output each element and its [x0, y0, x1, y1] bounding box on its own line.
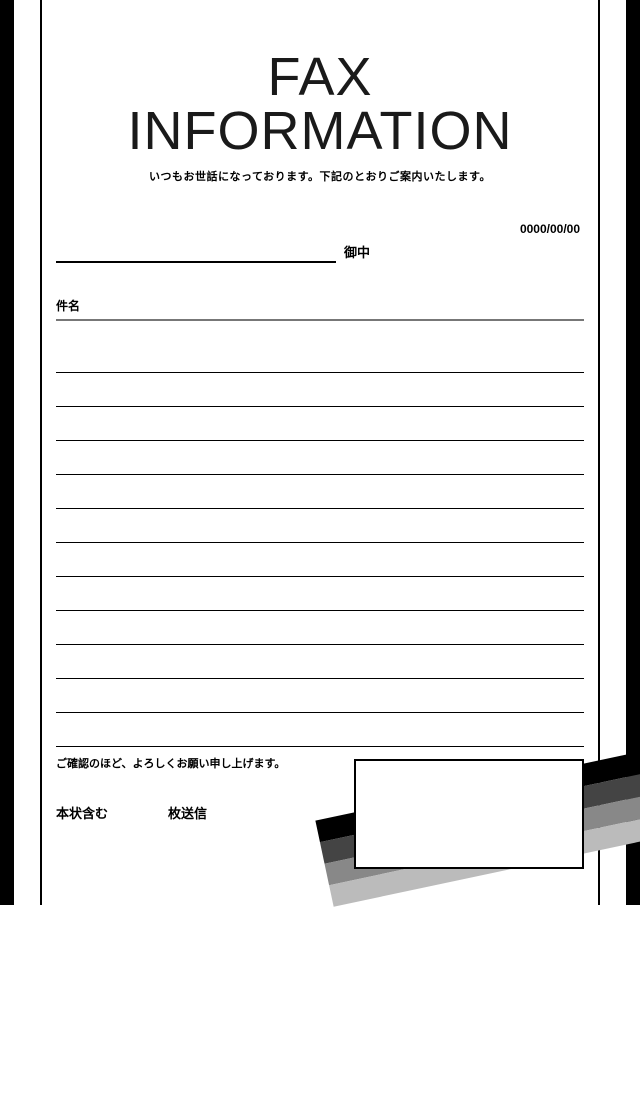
footer-left: ご確認のほど、よろしくお願い申し上げます。 本状含む 枚送信	[56, 755, 338, 822]
subject-row: 件名	[56, 297, 584, 321]
body-line	[56, 339, 584, 373]
pages-prefix: 本状含む	[56, 803, 108, 822]
body-line	[56, 577, 584, 611]
sender-box	[354, 759, 584, 869]
body-line	[56, 475, 584, 509]
body-line	[56, 611, 584, 645]
body-line	[56, 543, 584, 577]
body-line	[56, 645, 584, 679]
body-line	[56, 441, 584, 475]
date-field: 0000/00/00	[56, 222, 584, 236]
body-line	[56, 713, 584, 747]
subtitle: いつもお世話になっております。下記のとおりご案内いたします。	[56, 168, 584, 184]
pages-suffix: 枚送信	[168, 803, 207, 822]
body-line	[56, 679, 584, 713]
recipient-row: 御中	[56, 242, 584, 263]
body-line	[56, 407, 584, 441]
body-line	[56, 373, 584, 407]
footer: ご確認のほど、よろしくお願い申し上げます。 本状含む 枚送信	[56, 755, 584, 869]
pages-row: 本状含む 枚送信	[56, 803, 338, 822]
subject-label: 件名	[56, 299, 80, 313]
page-title: FAX INFORMATION	[56, 50, 584, 162]
title-block: FAX INFORMATION いつもお世話になっております。下記のとおりご案内…	[56, 50, 584, 184]
confirm-text: ご確認のほど、よろしくお願い申し上げます。	[56, 755, 338, 771]
content-area: FAX INFORMATION いつもお世話になっております。下記のとおりご案内…	[0, 0, 640, 905]
recipient-suffix: 御中	[344, 242, 370, 263]
body-lines	[56, 339, 584, 747]
body-line	[56, 509, 584, 543]
recipient-underline	[56, 243, 336, 263]
